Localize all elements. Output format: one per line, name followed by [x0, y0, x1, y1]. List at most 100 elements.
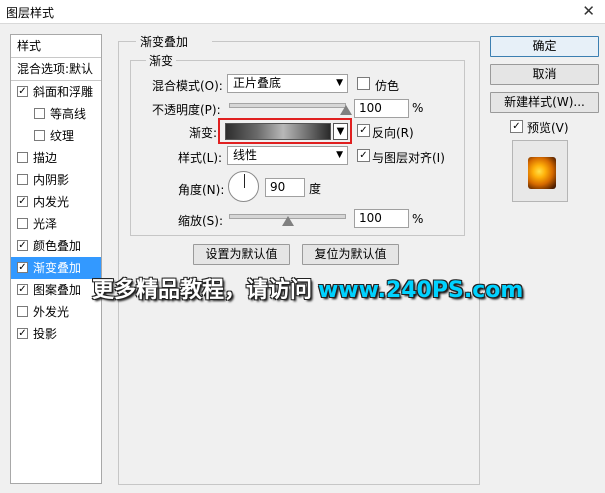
reset-default-button[interactable]: 复位为默认值 — [302, 244, 399, 265]
sidebar-item-label: 图案叠加 — [33, 283, 82, 297]
sidebar-item-9[interactable]: ✓ 渐变叠加 — [11, 257, 101, 279]
sidebar-item-checkbox[interactable] — [34, 130, 45, 141]
panel-frame — [212, 41, 480, 42]
blend-mode-select[interactable]: 正片叠底 ▼ — [227, 74, 348, 93]
sidebar-item-checkbox[interactable]: ✓ — [17, 328, 28, 339]
scale-slider-handle[interactable] — [281, 216, 294, 226]
check-icon: ✓ — [18, 86, 27, 97]
blend-mode-label: 混合模式(O): — [152, 79, 223, 93]
reverse-label: 反向(R) — [372, 126, 414, 140]
ok-button[interactable]: 确定 — [490, 36, 599, 57]
align-checkbox[interactable]: ✓ — [357, 149, 370, 162]
sidebar-item-label: 光泽 — [33, 217, 58, 231]
chevron-down-icon: ▼ — [336, 78, 343, 88]
check-icon: ✓ — [18, 196, 27, 207]
chevron-down-icon: ▼ — [336, 126, 345, 137]
align-label: 与图层对齐(I) — [372, 151, 445, 165]
sidebar-item-label: 颜色叠加 — [33, 239, 82, 253]
new-style-button[interactable]: 新建样式(W)... — [490, 92, 599, 113]
sidebar-item-label: 渐变叠加 — [33, 261, 82, 275]
angle-dial-needle — [244, 174, 245, 188]
sidebar-item-checkbox[interactable]: ✓ — [17, 262, 28, 273]
sidebar-item-checkbox[interactable] — [17, 152, 28, 163]
sidebar-item-label: 内阴影 — [33, 173, 70, 187]
gradient-dropdown-button[interactable]: ▼ — [333, 123, 348, 140]
dither-checkbox[interactable] — [357, 77, 370, 90]
preview-checkbox[interactable]: ✓ — [510, 120, 523, 133]
sidebar-item-label: 外发光 — [33, 305, 70, 319]
watermark-text: 更多精品教程，请访问 — [92, 278, 313, 303]
style-list-header-label: 样式 — [17, 39, 42, 53]
sidebar-item-12[interactable]: ✓ 投影 — [11, 323, 101, 345]
check-icon: ✓ — [18, 240, 27, 251]
gradient-group-title: 渐变 — [146, 52, 177, 69]
style-preview-thumbnail — [528, 157, 556, 189]
sidebar-item-4[interactable]: 描边 — [11, 147, 101, 169]
check-icon: ✓ — [18, 284, 27, 295]
scale-value: 100 — [359, 211, 382, 225]
angle-value: 90 — [270, 180, 286, 194]
check-icon: ✓ — [18, 328, 27, 339]
sidebar-item-11[interactable]: 外发光 — [11, 301, 101, 323]
style-label: 样式(L): — [178, 151, 223, 165]
panel-frame — [479, 41, 480, 485]
window-title: 图层样式 — [6, 6, 55, 20]
opacity-value: 100 — [359, 101, 382, 115]
set-default-button[interactable]: 设置为默认值 — [193, 244, 290, 265]
title-bar: 图层样式 ✕ — [0, 0, 605, 24]
angle-label: 角度(N): — [178, 183, 225, 197]
sidebar-item-label: 纹理 — [50, 129, 75, 143]
sidebar-item-7[interactable]: 光泽 — [11, 213, 101, 235]
sidebar-item-checkbox[interactable]: ✓ — [17, 86, 28, 97]
opacity-slider[interactable] — [229, 103, 346, 108]
blend-mode-value: 正片叠底 — [233, 76, 282, 90]
opacity-slider-handle[interactable] — [340, 105, 352, 115]
sidebar-item-label: 投影 — [33, 327, 58, 341]
close-icon[interactable]: ✕ — [582, 2, 595, 20]
sidebar-item-8[interactable]: ✓ 颜色叠加 — [11, 235, 101, 257]
style-list: 样式 混合选项:默认 ✓ 斜面和浮雕等高线纹理描边内阴影 ✓ 内发光光泽 ✓ 颜色叠加 ✓ 渐… — [10, 34, 102, 484]
angle-input[interactable]: 90 — [265, 178, 305, 197]
watermark-url: www.240PS.com — [318, 278, 524, 303]
sidebar-item-checkbox[interactable] — [17, 174, 28, 185]
sidebar-item-5[interactable]: 内阴影 — [11, 169, 101, 191]
sidebar-item-label: 描边 — [33, 151, 58, 165]
sidebar-item-2[interactable]: 等高线 — [11, 103, 101, 125]
angle-unit: 度 — [309, 182, 322, 196]
panel-frame — [118, 484, 480, 485]
scale-input[interactable]: 100 — [354, 209, 409, 228]
sidebar-item-checkbox[interactable]: ✓ — [17, 284, 28, 295]
sidebar-item-3[interactable]: 纹理 — [11, 125, 101, 147]
check-icon: ✓ — [512, 121, 521, 132]
opacity-input[interactable]: 100 — [354, 99, 409, 118]
cancel-button[interactable]: 取消 — [490, 64, 599, 85]
sidebar-item-label: 斜面和浮雕 — [33, 85, 94, 99]
sidebar-item-checkbox[interactable] — [17, 306, 28, 317]
sidebar-item-label: 混合选项:默认 — [17, 62, 94, 76]
gradient-picker[interactable] — [225, 123, 331, 140]
watermark: 更多精品教程，请访问 www.240PS.com — [92, 272, 523, 304]
gradient-highlight: ▼ — [218, 118, 352, 144]
angle-dial[interactable] — [228, 171, 259, 202]
check-icon: ✓ — [18, 262, 27, 273]
preview-swatch — [512, 140, 568, 202]
scale-label: 缩放(S): — [178, 214, 224, 228]
sidebar-item-blend-options[interactable]: 混合选项:默认 — [11, 58, 101, 80]
opacity-label: 不透明度(P): — [152, 103, 221, 117]
opacity-unit: % — [412, 101, 424, 115]
sidebar-item-label: 等高线 — [50, 107, 87, 121]
style-list-header[interactable]: 样式 — [11, 35, 101, 57]
chevron-down-icon: ▼ — [336, 150, 343, 160]
section-title: 渐变叠加 — [140, 35, 189, 49]
reverse-checkbox[interactable]: ✓ — [357, 124, 370, 137]
check-icon: ✓ — [359, 125, 368, 136]
sidebar-item-checkbox[interactable] — [34, 108, 45, 119]
style-value: 线性 — [233, 148, 258, 162]
sidebar-item-1[interactable]: ✓ 斜面和浮雕 — [11, 81, 101, 103]
sidebar-item-10[interactable]: ✓ 图案叠加 — [11, 279, 101, 301]
sidebar-item-6[interactable]: ✓ 内发光 — [11, 191, 101, 213]
sidebar-item-checkbox[interactable]: ✓ — [17, 196, 28, 207]
sidebar-item-checkbox[interactable]: ✓ — [17, 240, 28, 251]
sidebar-item-checkbox[interactable] — [17, 218, 28, 229]
style-select[interactable]: 线性 ▼ — [227, 146, 348, 165]
